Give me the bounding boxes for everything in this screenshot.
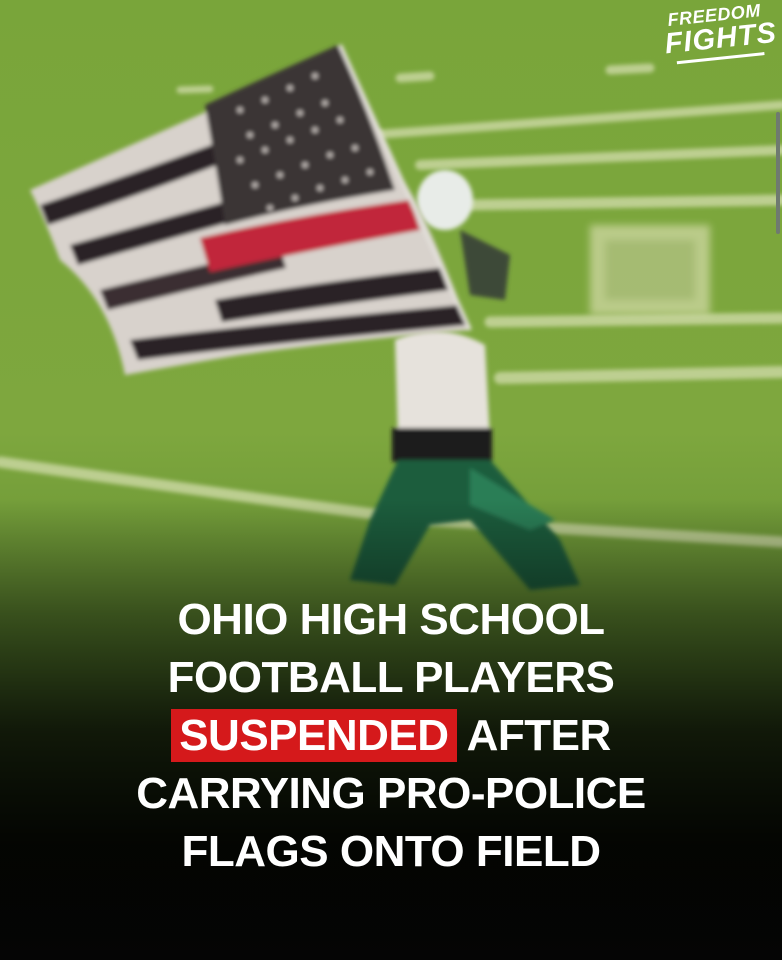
highlight-word: SUSPENDED bbox=[171, 709, 457, 762]
headline-line-1: OHIO HIGH SCHOOL bbox=[177, 595, 605, 644]
post-image: FREEDOM FIGHTS OHIO HIGH SCHOOL FOOTBALL… bbox=[0, 0, 782, 960]
headline-line-2: FOOTBALL PLAYERS bbox=[167, 653, 615, 702]
freedom-fights-logo: FREEDOM FIGHTS bbox=[661, 0, 778, 66]
headline-line-5: FLAGS ONTO FIELD bbox=[181, 827, 601, 876]
headline-line-4: CARRYING PRO-POLICE bbox=[136, 769, 646, 818]
headline-line-3-rest: AFTER bbox=[466, 711, 612, 760]
scrollbar[interactable] bbox=[776, 112, 780, 234]
headline: OHIO HIGH SCHOOL FOOTBALL PLAYERS SUSPEN… bbox=[0, 591, 782, 881]
headline-line-3: SUSPENDED AFTER bbox=[0, 707, 782, 765]
end-zone-marking bbox=[590, 225, 710, 315]
